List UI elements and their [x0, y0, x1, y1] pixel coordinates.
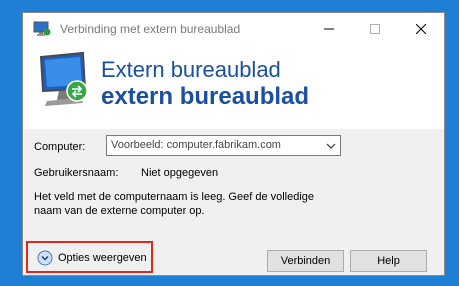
username-label: Gebruikersnaam: [34, 167, 119, 179]
help-button[interactable]: Help [350, 250, 427, 272]
remote-desktop-icon [33, 21, 51, 36]
remote-desktop-window: Verbinding met extern bureaublad Extern … [22, 12, 445, 276]
remote-desktop-monitor-icon [39, 51, 88, 106]
computer-combobox[interactable]: Voorbeeld: computer.fabrikam.com [106, 135, 341, 156]
window-title: Verbinding met extern bureaublad [60, 22, 241, 36]
show-options-label: Opties weergeven [58, 252, 147, 264]
computer-combobox-placeholder: Voorbeeld: computer.fabrikam.com [111, 139, 281, 151]
maximize-button[interactable] [352, 13, 398, 45]
computer-label: Computer: [34, 141, 86, 153]
title-bar[interactable]: Verbinding met extern bureaublad [23, 13, 444, 45]
close-icon [416, 24, 426, 34]
chevron-down-icon[interactable] [326, 142, 336, 150]
header-banner: Extern bureaublad extern bureaublad [23, 45, 444, 129]
chevron-down-circle-icon [37, 250, 53, 266]
connect-button[interactable]: Verbinden [267, 250, 344, 272]
dialog-body: Computer: Voorbeeld: computer.fabrikam.c… [23, 129, 444, 275]
info-message: Het veld met de computernaam is leeg. Ge… [34, 191, 315, 217]
close-button[interactable] [398, 13, 444, 45]
banner-title: extern bureaublad [101, 83, 310, 110]
username-value: Niet opgegeven [141, 167, 219, 179]
show-options-button[interactable]: Opties weergeven [37, 249, 149, 267]
banner-subtitle: Extern bureaublad [101, 57, 281, 82]
minimize-button[interactable] [306, 13, 352, 45]
maximize-icon [370, 24, 380, 34]
minimize-icon [324, 28, 334, 30]
